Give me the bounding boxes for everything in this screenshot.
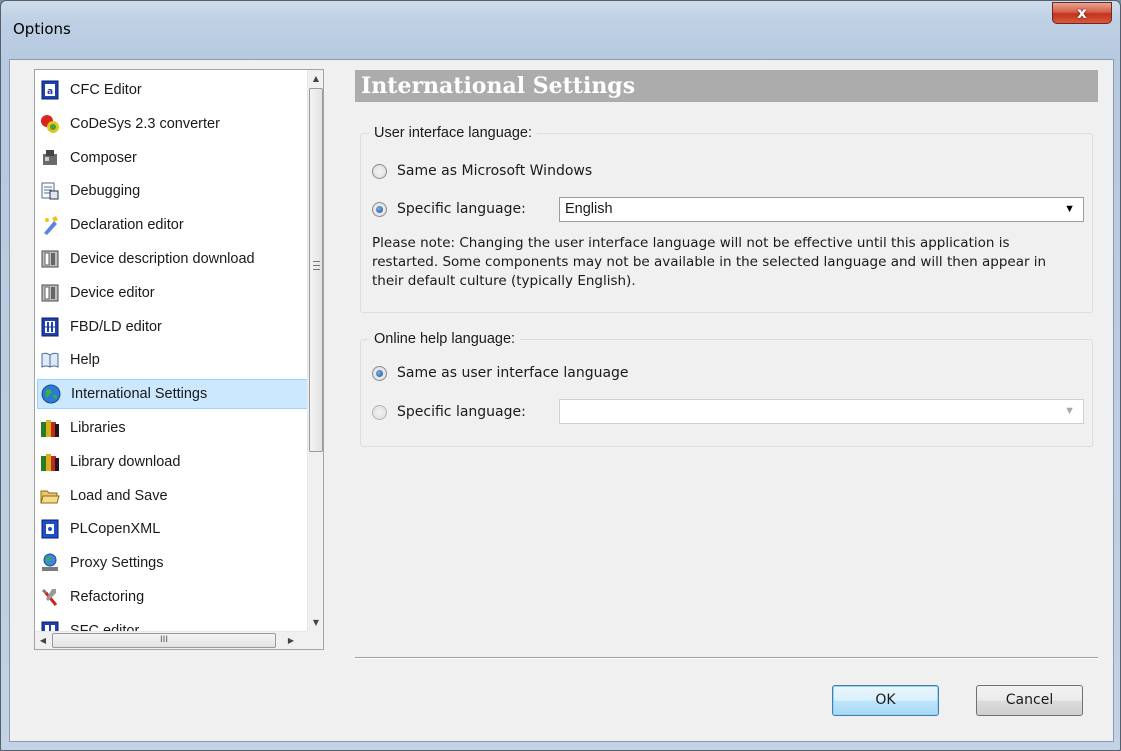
radio-specific-language-label: Specific language: (397, 201, 526, 217)
converter-icon (40, 114, 60, 134)
ui-language-select[interactable]: English ▼ (559, 197, 1084, 222)
tree-item[interactable]: International Settings (37, 379, 309, 410)
radio-help-specific-language-label: Specific language: (397, 404, 526, 420)
tree-item-label: FBD/LD editor (70, 318, 162, 335)
device-download-icon (40, 249, 60, 269)
libraries-icon (40, 418, 60, 438)
tree-item[interactable]: Library download (37, 447, 309, 477)
composer-icon (40, 148, 60, 168)
horizontal-scroll-thumb[interactable]: III (52, 633, 276, 648)
help-language-group-title: Online help language: (369, 331, 521, 347)
tree-item[interactable]: a CFC Editor (37, 75, 309, 105)
tree-item-label: Libraries (70, 420, 126, 436)
proxy-icon (40, 553, 60, 573)
tree-item-label: Help (70, 352, 100, 369)
vertical-scrollbar[interactable]: ▲ ▼ (307, 70, 323, 631)
ui-language-select-value: English (565, 201, 613, 217)
tree-item-label: Proxy Settings (70, 555, 164, 572)
category-tree: a CFC Editor CoDeSys 2.3 converter Composer… (34, 69, 324, 650)
tree-item[interactable]: Device description download (37, 244, 309, 274)
tree-item-label: CoDeSys 2.3 converter (70, 115, 220, 132)
tree-item[interactable]: Composer (37, 143, 309, 173)
window-title: Options (13, 20, 71, 38)
tree-item-label: Debugging (70, 183, 141, 200)
radio-same-as-ui-label: Same as user interface language (397, 365, 629, 381)
debugging-icon (40, 181, 60, 201)
refactoring-icon (40, 587, 60, 607)
ui-language-group-title: User interface language: (369, 125, 537, 141)
tree-item-label: Library download (70, 453, 181, 470)
tree-item[interactable]: Declaration editor (37, 210, 309, 240)
help-language-group: Online help language: (360, 331, 1093, 447)
horizontal-grip-icon: III (160, 635, 168, 645)
sfc-editor-icon (40, 621, 60, 631)
cfc-editor-icon: a (40, 80, 60, 100)
options-window: Options x a CFC Editor CoDeSys 2.3 convert… (0, 0, 1121, 751)
restart-note: Please note: Changing the user interface… (372, 235, 1047, 289)
dialog-client-area: a CFC Editor CoDeSys 2.3 converter Composer… (9, 59, 1114, 742)
tree-item-label: Declaration editor (70, 217, 184, 234)
help-language-specific-option[interactable]: Specific language: (372, 404, 526, 420)
grip-icon (313, 261, 320, 270)
footer-separator (355, 657, 1098, 659)
tree-item-label: Composer (70, 149, 137, 166)
chevron-down-icon[interactable]: ▼ (1064, 400, 1075, 423)
tree-item-label: Load and Save (70, 487, 168, 504)
tree-item[interactable]: Help (37, 345, 309, 375)
tree-item[interactable]: Device editor (37, 278, 309, 308)
tree-item[interactable]: Libraries (37, 413, 309, 443)
scroll-right-icon[interactable]: ▶ (283, 632, 299, 649)
scroll-up-icon[interactable]: ▲ (308, 70, 324, 87)
tree-item[interactable]: Load and Save (37, 481, 309, 511)
radio-specific-language[interactable] (372, 201, 387, 217)
fbd-ld-editor-icon (40, 317, 60, 337)
folder-open-icon (40, 486, 60, 506)
tree-item-label: International Settings (71, 386, 208, 403)
close-button[interactable]: x (1052, 2, 1112, 24)
tree-item[interactable]: SFC editor (37, 616, 309, 631)
radio-same-as-windows[interactable] (372, 163, 387, 179)
chevron-down-icon[interactable]: ▼ (1064, 198, 1075, 221)
radio-same-as-ui[interactable] (372, 365, 387, 381)
help-language-select[interactable]: ▼ (559, 399, 1084, 424)
scroll-down-icon[interactable]: ▼ (308, 614, 324, 631)
tree-item[interactable]: CoDeSys 2.3 converter (37, 109, 309, 139)
ok-button[interactable]: OK (832, 685, 939, 716)
tree-item-label: CFC Editor (70, 82, 142, 98)
title-bar[interactable]: Options x (1, 1, 1120, 59)
tree-item[interactable]: FBD/LD editor (37, 312, 309, 342)
close-icon: x (1077, 4, 1087, 22)
declaration-editor-icon (40, 215, 60, 236)
horizontal-scrollbar[interactable]: ◀ III ▶ (35, 631, 310, 649)
help-book-icon (40, 350, 60, 370)
globe-icon (41, 384, 61, 404)
library-download-icon (40, 452, 60, 472)
tree-item-label: Device editor (70, 284, 155, 301)
tree-item-label: Refactoring (70, 589, 145, 605)
ui-language-specific-option[interactable]: Specific language: (372, 201, 526, 217)
scroll-thumb[interactable] (309, 88, 323, 452)
radio-help-specific-language[interactable] (372, 404, 387, 420)
tree-item-label: Device description download (70, 251, 255, 267)
tree-item[interactable]: Debugging (37, 176, 309, 206)
page-title: International Settings (355, 70, 1098, 102)
scroll-left-icon[interactable]: ◀ (35, 632, 51, 649)
ui-language-windows-option[interactable]: Same as Microsoft Windows (372, 163, 592, 179)
tree-item[interactable]: PLCopenXML (37, 514, 309, 544)
plcopenxml-icon (40, 519, 60, 539)
svg-text:a: a (47, 87, 53, 97)
cancel-button[interactable]: Cancel (976, 685, 1083, 716)
tree-item-label: SFC editor (70, 622, 140, 631)
tree-item[interactable]: Refactoring (37, 582, 309, 612)
tree-item-label: PLCopenXML (70, 521, 161, 538)
help-language-same-option[interactable]: Same as user interface language (372, 365, 629, 381)
tree-item[interactable]: Proxy Settings (37, 548, 309, 578)
category-list: a CFC Editor CoDeSys 2.3 converter Composer… (35, 70, 310, 631)
device-editor-icon (40, 283, 60, 303)
scrollbar-corner (307, 631, 323, 649)
radio-same-as-windows-label: Same as Microsoft Windows (397, 163, 593, 179)
